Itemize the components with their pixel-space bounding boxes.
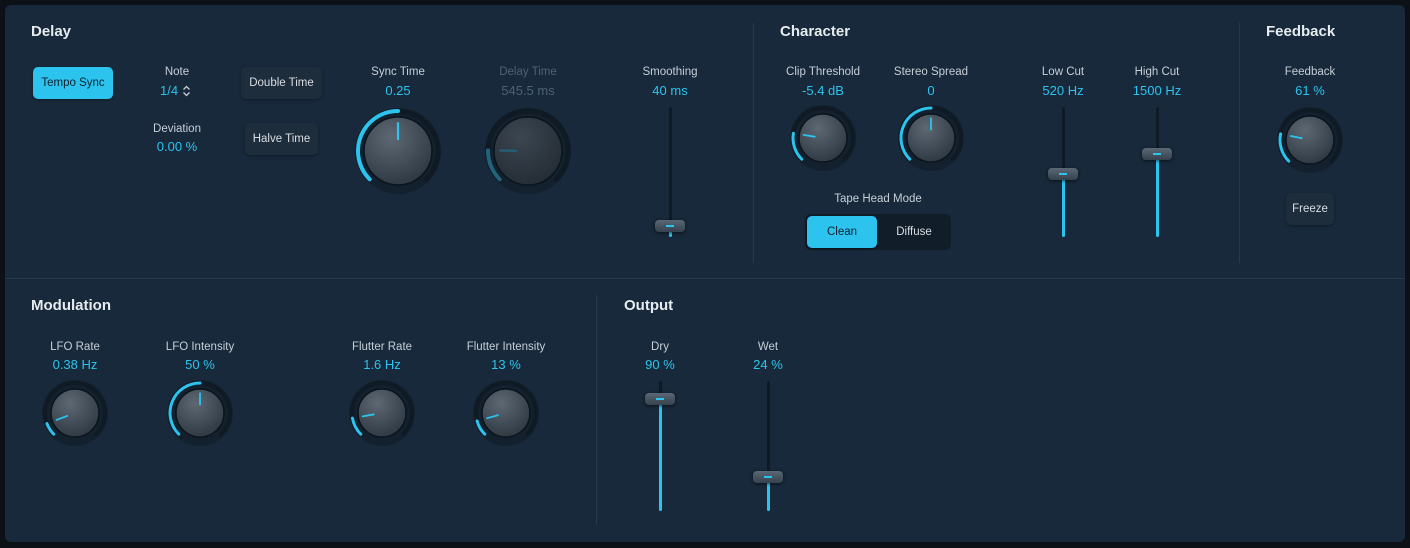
- flutter-rate-knob[interactable]: [349, 380, 415, 446]
- flutter-intensity-value: 13 %: [491, 357, 521, 372]
- high-cut-slider[interactable]: [1142, 107, 1172, 237]
- dry-slider-fill: [658, 398, 662, 511]
- smoothing-label: Smoothing: [642, 66, 698, 78]
- low-cut-slider-fill: [1061, 174, 1065, 237]
- tape-head-mode-switch: Clean Diffuse: [805, 214, 951, 250]
- diffuse-button[interactable]: Diffuse: [879, 216, 949, 248]
- modulation-section-title: Modulation: [31, 297, 111, 314]
- smoothing-slider-thumb[interactable]: [655, 220, 685, 233]
- stereo-spread-label: Stereo Spread: [893, 66, 969, 78]
- halve-time-button[interactable]: Halve Time: [245, 123, 318, 155]
- double-time-button[interactable]: Double Time: [241, 67, 322, 99]
- wet-slider[interactable]: [753, 381, 783, 511]
- clip-threshold-knob[interactable]: [790, 105, 856, 171]
- freeze-button[interactable]: Freeze: [1286, 193, 1334, 225]
- high-cut-slider-thumb[interactable]: [1142, 148, 1172, 161]
- deviation-label: Deviation: [153, 123, 201, 135]
- clip-threshold-value: -5.4 dB: [802, 83, 844, 98]
- feedback-knob-body: [1285, 115, 1335, 165]
- low-cut-label: Low Cut: [1041, 66, 1085, 78]
- plugin-panel: Delay Tempo Sync Note 1/4 Deviation 0.00…: [5, 5, 1405, 542]
- delay-time-value: 545.5 ms: [501, 83, 555, 98]
- smoothing-value: 40 ms: [652, 83, 688, 98]
- lfo-intensity-label: LFO Intensity: [165, 341, 235, 353]
- smoothing-slider[interactable]: [655, 107, 685, 237]
- divider-delay-character: [753, 23, 754, 263]
- feedback-knob[interactable]: [1277, 107, 1343, 173]
- divider-horizontal: [5, 278, 1405, 279]
- wet-label: Wet: [757, 341, 779, 353]
- sync-time-knob[interactable]: [353, 106, 443, 196]
- tempo-sync-button[interactable]: Tempo Sync: [33, 67, 113, 99]
- delay-time-knob[interactable]: [483, 106, 573, 196]
- divider-character-feedback: [1239, 23, 1240, 263]
- stereo-spread-value: 0: [927, 83, 935, 98]
- flutter-intensity-knob[interactable]: [473, 380, 539, 446]
- feedback-label: Feedback: [1284, 66, 1336, 78]
- note-select[interactable]: 1/4: [160, 83, 191, 98]
- clip-threshold-label: Clip Threshold: [786, 66, 860, 78]
- wet-slider-thumb[interactable]: [753, 470, 783, 483]
- clean-button[interactable]: Clean: [807, 216, 877, 248]
- deviation-value[interactable]: 0.00 %: [157, 139, 197, 154]
- up-down-chevron-icon: [183, 85, 191, 96]
- low-cut-slider-thumb[interactable]: [1048, 168, 1078, 181]
- sync-time-value: 0.25: [385, 83, 411, 98]
- lfo-rate-knob[interactable]: [42, 380, 108, 446]
- dry-slider[interactable]: [645, 381, 675, 511]
- high-cut-slider-fill: [1155, 154, 1159, 237]
- dry-slider-thumb[interactable]: [645, 392, 675, 405]
- output-section-title: Output: [624, 297, 674, 314]
- high-cut-value: 1500 Hz: [1132, 83, 1182, 98]
- lfo-rate-knob-body: [50, 388, 100, 438]
- flutter-rate-knob-body: [357, 388, 407, 438]
- lfo-intensity-value: 50 %: [185, 357, 215, 372]
- high-cut-label: High Cut: [1134, 66, 1180, 78]
- flutter-rate-label: Flutter Rate: [351, 341, 413, 353]
- flutter-intensity-label: Flutter Intensity: [466, 341, 546, 353]
- smoothing-slider-track: [668, 107, 672, 237]
- low-cut-value: 520 Hz: [1042, 83, 1084, 98]
- flutter-intensity-knob-body: [481, 388, 531, 438]
- lfo-rate-value: 0.38 Hz: [52, 357, 98, 372]
- low-cut-slider[interactable]: [1048, 107, 1078, 237]
- delay-time-label: Delay Time: [499, 66, 557, 78]
- delay-section-title: Delay: [31, 23, 72, 40]
- note-value: 1/4: [160, 83, 179, 98]
- flutter-rate-value: 1.6 Hz: [363, 357, 401, 372]
- divider-modulation-output: [596, 295, 597, 525]
- lfo-rate-label: LFO Rate: [50, 341, 100, 353]
- dry-value: 90 %: [645, 357, 675, 372]
- feedback-value: 61 %: [1295, 83, 1325, 98]
- clip-threshold-knob-body: [798, 113, 848, 163]
- wet-value: 24 %: [753, 357, 783, 372]
- sync-time-label: Sync Time: [371, 66, 425, 78]
- stereo-spread-knob[interactable]: [898, 105, 964, 171]
- lfo-intensity-knob[interactable]: [167, 380, 233, 446]
- feedback-section-title: Feedback: [1266, 23, 1336, 40]
- character-section-title: Character: [780, 23, 851, 40]
- note-label: Note: [164, 66, 190, 78]
- tape-head-mode-label: Tape Head Mode: [834, 193, 922, 205]
- dry-label: Dry: [651, 341, 669, 353]
